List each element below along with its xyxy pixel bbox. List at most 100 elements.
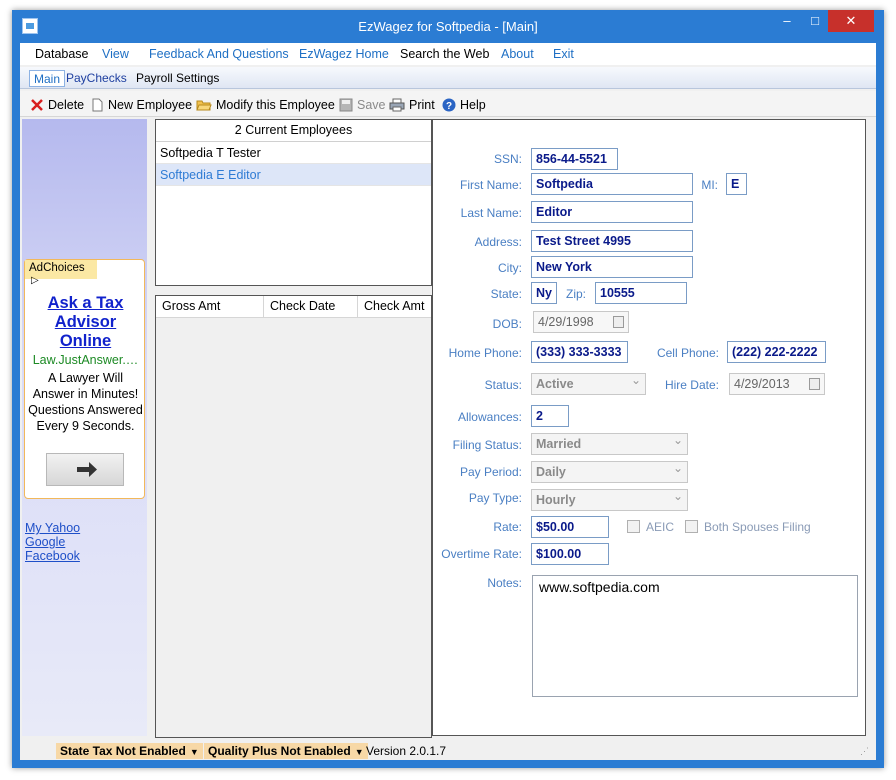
delete-x-icon — [30, 98, 44, 112]
status-label: Status: — [484, 378, 522, 392]
print-button[interactable]: Print — [389, 96, 435, 113]
menu-about[interactable]: About — [501, 47, 534, 61]
toolbar: Delete New Employee Modify this Employee… — [20, 91, 876, 117]
both-spouses-label: Both Spouses Filing — [704, 520, 811, 534]
ad-go-button[interactable] — [46, 453, 124, 486]
aeic-label: AEIC — [646, 520, 675, 534]
home-phone-label: Home Phone: — [448, 346, 522, 360]
floppy-disk-icon — [339, 98, 353, 112]
ad-title-link[interactable]: Ask a Tax Advisor Online — [29, 294, 142, 351]
help-button[interactable]: ? Help — [442, 96, 486, 113]
notes-textarea[interactable]: www.softpedia.com — [532, 575, 858, 697]
save-button[interactable]: Save — [339, 96, 386, 113]
employee-row-selected[interactable]: Softpedia E Editor — [156, 164, 431, 186]
status-bar: State Tax Not Enabled ▼ Quality Plus Not … — [20, 740, 876, 760]
tab-payroll-settings[interactable]: Payroll Settings — [132, 70, 223, 87]
notes-label: Notes: — [487, 576, 522, 590]
ad-panel[interactable]: AdChoices ▷ Ask a Tax Advisor Online Law… — [24, 259, 145, 499]
state-field[interactable]: Ny — [531, 282, 557, 304]
pay-type-select[interactable]: Hourly — [531, 489, 688, 511]
hire-date-label: Hire Date: — [664, 378, 719, 392]
menu-feedback[interactable]: Feedback And Questions — [149, 47, 289, 61]
ad-body: A Lawyer Will Answer in Minutes! Questio… — [28, 371, 143, 433]
both-spouses-checkbox[interactable] — [685, 520, 698, 533]
menu-bar: Database View Feedback And Questions EzW… — [20, 43, 876, 65]
checks-grid-header: Gross Amt Check Date Check Amt — [156, 296, 431, 318]
city-field[interactable]: New York — [531, 256, 693, 278]
resize-grip-icon[interactable]: ⋰ — [860, 746, 870, 756]
ad-url[interactable]: Law.JustAnswer.… — [27, 353, 144, 367]
sidebar: AdChoices ▷ Ask a Tax Advisor Online Law… — [22, 119, 147, 736]
menu-search-web[interactable]: Search the Web — [400, 47, 489, 61]
state-tax-dropdown[interactable]: State Tax Not Enabled ▼ — [56, 743, 203, 759]
open-folder-icon — [196, 98, 212, 112]
allowances-label: Allowances: — [457, 410, 522, 424]
status-select[interactable]: Active — [531, 373, 646, 395]
close-button[interactable]: ✕ — [828, 10, 874, 32]
employee-list-header: 2 Current Employees — [156, 120, 431, 142]
adchoices-badge[interactable]: AdChoices ▷ — [25, 260, 97, 286]
tab-main[interactable]: Main — [29, 70, 66, 87]
allowances-field[interactable]: 2 — [531, 405, 569, 427]
calendar-icon[interactable] — [613, 316, 624, 328]
save-label: Save — [357, 97, 386, 112]
new-employee-button[interactable]: New Employee — [90, 96, 192, 113]
tab-bar: Main PayChecks Payroll Settings — [20, 67, 876, 89]
delete-button[interactable]: Delete — [30, 96, 84, 113]
maximize-button[interactable]: □ — [802, 10, 828, 32]
rate-field[interactable]: $50.00 — [531, 516, 609, 538]
last-name-field[interactable]: Editor — [531, 201, 693, 223]
first-name-field[interactable]: Softpedia — [531, 173, 693, 195]
app-window: EzWagez for Softpedia - [Main] – □ ✕ Dat… — [12, 10, 884, 768]
menu-exit[interactable]: Exit — [553, 47, 574, 61]
cell-phone-field[interactable]: (222) 222-2222 — [727, 341, 826, 363]
cell-phone-label: Cell Phone: — [656, 346, 719, 360]
hire-date-value: 4/29/2013 — [734, 377, 790, 391]
adchoices-icon: ▷ — [31, 275, 39, 286]
link-facebook[interactable]: Facebook — [25, 549, 80, 563]
pay-period-select[interactable]: Daily — [531, 461, 688, 483]
menu-database[interactable]: Database — [35, 47, 89, 61]
col-gross-amt[interactable]: Gross Amt — [156, 296, 264, 318]
ssn-label: SSN: — [493, 152, 522, 166]
col-check-amt[interactable]: Check Amt — [358, 296, 431, 318]
employee-list: 2 Current Employees Softpedia T Tester S… — [155, 119, 432, 286]
home-phone-field[interactable]: (333) 333-3333 — [531, 341, 628, 363]
address-field[interactable]: Test Street 4995 — [531, 230, 693, 252]
filing-status-select[interactable]: Married — [531, 433, 688, 455]
last-name-label: Last Name: — [460, 206, 522, 220]
menu-view[interactable]: View — [102, 47, 129, 61]
new-employee-label: New Employee — [108, 97, 193, 112]
version-label: Version 2.0.1.7 — [366, 744, 447, 758]
hire-date-picker[interactable]: 4/29/2013 — [729, 373, 825, 395]
overtime-rate-label: Overtime Rate: — [441, 547, 522, 561]
link-google[interactable]: Google — [25, 535, 65, 549]
ssn-field[interactable]: 856-44-5521 — [531, 148, 618, 170]
menu-ezwagez-home[interactable]: EzWagez Home — [299, 47, 389, 61]
title-bar[interactable]: EzWagez for Softpedia - [Main] – □ ✕ — [12, 10, 884, 43]
calendar-icon[interactable] — [809, 378, 820, 390]
svg-text:?: ? — [446, 101, 452, 112]
arrow-right-icon — [77, 462, 97, 477]
help-question-icon: ? — [442, 98, 456, 112]
mi-label: MI: — [701, 178, 718, 192]
overtime-rate-field[interactable]: $100.00 — [531, 543, 609, 565]
link-my-yahoo[interactable]: My Yahoo — [25, 521, 80, 535]
aeic-checkbox[interactable] — [627, 520, 640, 533]
dob-picker[interactable]: 4/29/1998 — [533, 311, 629, 333]
dropdown-arrow-icon: ▼ — [189, 747, 199, 757]
modify-employee-button[interactable]: Modify this Employee — [196, 96, 335, 113]
employee-row[interactable]: Softpedia T Tester — [156, 142, 431, 164]
quality-plus-dropdown[interactable]: Quality Plus Not Enabled ▼ — [204, 743, 368, 759]
employee-form: SSN: 856-44-5521 First Name: Softpedia M… — [432, 119, 866, 736]
first-name-label: First Name: — [459, 178, 522, 192]
print-label: Print — [409, 97, 435, 112]
dob-value: 4/29/1998 — [538, 315, 594, 329]
state-tax-label: State Tax Not Enabled — [60, 744, 186, 758]
pay-period-label: Pay Period: — [459, 465, 522, 479]
minimize-button[interactable]: – — [772, 10, 802, 32]
col-check-date[interactable]: Check Date — [264, 296, 358, 318]
tab-paychecks[interactable]: PayChecks — [62, 70, 131, 87]
zip-field[interactable]: 10555 — [595, 282, 687, 304]
mi-field[interactable]: E — [726, 173, 747, 195]
